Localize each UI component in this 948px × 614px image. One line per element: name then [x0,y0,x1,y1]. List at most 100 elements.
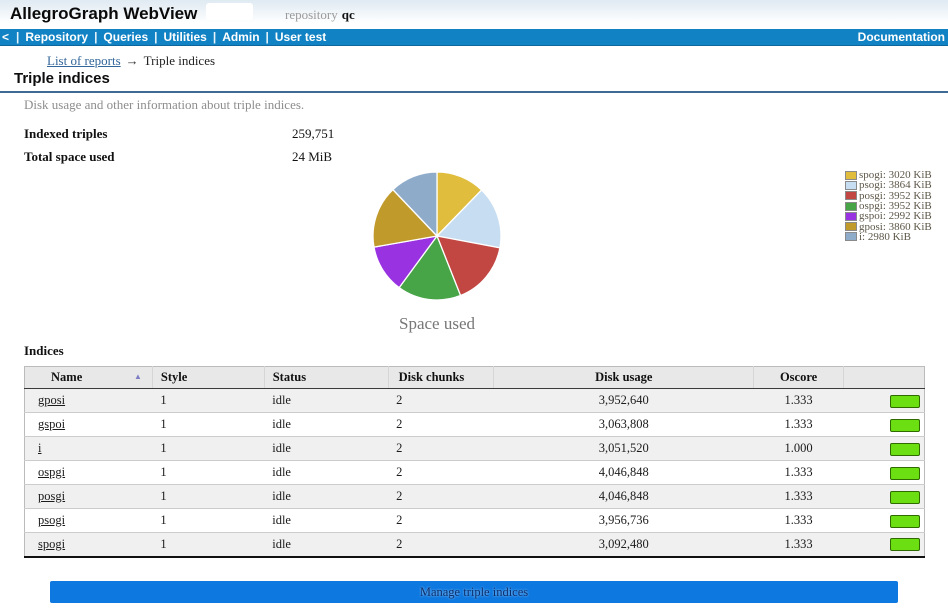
legend-label: gspoi: 2992 KiB [859,211,932,221]
cell-chunks: 2 [388,413,494,437]
page-title: Triple indices [0,70,948,93]
health-indicator [890,419,920,432]
column-header-label: Name [51,370,82,384]
index-link-i[interactable]: i [38,441,41,455]
cell-usage: 3,051,520 [494,437,754,461]
breadcrumb: List of reports → Triple indices [47,53,215,69]
app-title: AllegroGraph WebView [10,4,197,24]
table-row: psogi1idle23,956,7361.333 [25,509,925,533]
cell-oscore: 1.333 [754,413,844,437]
stat-value: 24 MiB [292,149,332,164]
nav-items: |Repository|Queries|Utilities|Admin|User… [10,30,326,44]
legend-swatch [845,171,857,180]
cell-chunks: 2 [388,437,494,461]
column-header-action[interactable] [844,367,925,389]
cell-chunks: 2 [388,485,494,509]
nav-separator: | [154,30,157,44]
legend-swatch [845,222,857,231]
breadcrumb-arrow-icon: → [126,53,139,68]
breadcrumb-current: Triple indices [144,53,215,68]
nav-item-user-test[interactable]: User test [275,30,326,44]
index-link-psogi[interactable]: psogi [38,513,65,527]
index-link-spogi[interactable]: spogi [38,537,65,551]
cell-oscore: 1.333 [754,485,844,509]
cell-chunks: 2 [388,533,494,557]
cell-usage: 4,046,848 [494,485,754,509]
legend-swatch [845,202,857,211]
back-chevron-icon[interactable]: < [2,30,9,44]
cell-name: i [25,437,153,461]
table-row: spogi1idle23,092,4801.333 [25,533,925,557]
table-row: posgi1idle24,046,8481.333 [25,485,925,509]
cell-style: 1 [152,461,264,485]
legend-swatch [845,191,857,200]
legend-label: psogi: 3864 KiB [859,180,932,190]
cell-indicator [844,485,925,509]
stat-value: 259,751 [292,126,334,141]
cell-name: psogi [25,509,153,533]
cell-indicator [844,509,925,533]
column-header-label: Disk chunks [399,370,465,384]
column-header-label: Style [161,370,187,384]
index-link-gspoi[interactable]: gspoi [38,417,65,431]
app-header: AllegroGraph WebView repository qc [0,0,948,29]
breadcrumb-list-of-reports[interactable]: List of reports [47,53,121,68]
cell-status: idle [264,509,388,533]
stats-list: Indexed triples259,751Total space used24… [24,126,334,172]
cell-style: 1 [152,485,264,509]
column-header-label: Disk usage [595,370,652,384]
cell-name: ospgi [25,461,153,485]
cell-style: 1 [152,509,264,533]
column-header-style[interactable]: Style [152,367,264,389]
page-subtitle: Disk usage and other information about t… [24,97,304,113]
column-header-label: Status [273,370,306,384]
cell-indicator [844,413,925,437]
nav-item-documentation[interactable]: Documentation [858,29,945,45]
column-header-status[interactable]: Status [264,367,388,389]
manage-triple-indices-button[interactable]: Manage triple indices [50,581,898,603]
cell-style: 1 [152,437,264,461]
index-link-ospgi[interactable]: ospgi [38,465,65,479]
health-indicator [890,395,920,408]
cell-usage: 3,952,640 [494,389,754,413]
health-indicator [890,491,920,504]
indices-table: Name▲ Style Status Disk chunks Disk usage Osc… [24,366,925,558]
main-nav-bar: <|Repository|Queries|Utilities|Admin|Use… [0,29,948,46]
repository-name: qc [342,7,355,22]
column-header-name[interactable]: Name▲ [25,367,153,389]
nav-item-repository[interactable]: Repository [25,30,88,44]
cell-status: idle [264,413,388,437]
indices-section-label: Indices [24,343,64,359]
table-header-row: Name▲ Style Status Disk chunks Disk usage Osc… [25,367,925,389]
cell-chunks: 2 [388,461,494,485]
nav-separator: | [94,30,97,44]
pie-legend: spogi: 3020 KiBpsogi: 3864 KiBposgi: 395… [845,170,932,242]
cell-chunks: 2 [388,389,494,413]
cell-indicator [844,437,925,461]
column-header-disk-chunks[interactable]: Disk chunks [388,367,494,389]
cell-usage: 3,063,808 [494,413,754,437]
legend-swatch [845,181,857,190]
nav-separator: | [266,30,269,44]
cell-usage: 3,092,480 [494,533,754,557]
nav-item-admin[interactable]: Admin [222,30,259,44]
nav-item-utilities[interactable]: Utilities [163,30,206,44]
nav-item-queries[interactable]: Queries [103,30,148,44]
cell-usage: 3,956,736 [494,509,754,533]
legend-swatch [845,212,857,221]
cell-status: idle [264,389,388,413]
health-indicator [890,467,920,480]
cell-oscore: 1.333 [754,509,844,533]
cell-indicator [844,533,925,557]
repository-indicator: repository qc [285,7,355,23]
column-header-oscore[interactable]: Oscore [754,367,844,389]
index-link-gposi[interactable]: gposi [38,393,65,407]
column-header-disk-usage[interactable]: Disk usage [494,367,754,389]
cell-usage: 4,046,848 [494,461,754,485]
legend-item-i: i: 2980 KiB [845,232,932,242]
nav-separator: | [16,30,19,44]
cell-oscore: 1.000 [754,437,844,461]
header-highlight [206,3,253,20]
index-link-posgi[interactable]: posgi [38,489,65,503]
repository-label: repository [285,7,338,22]
